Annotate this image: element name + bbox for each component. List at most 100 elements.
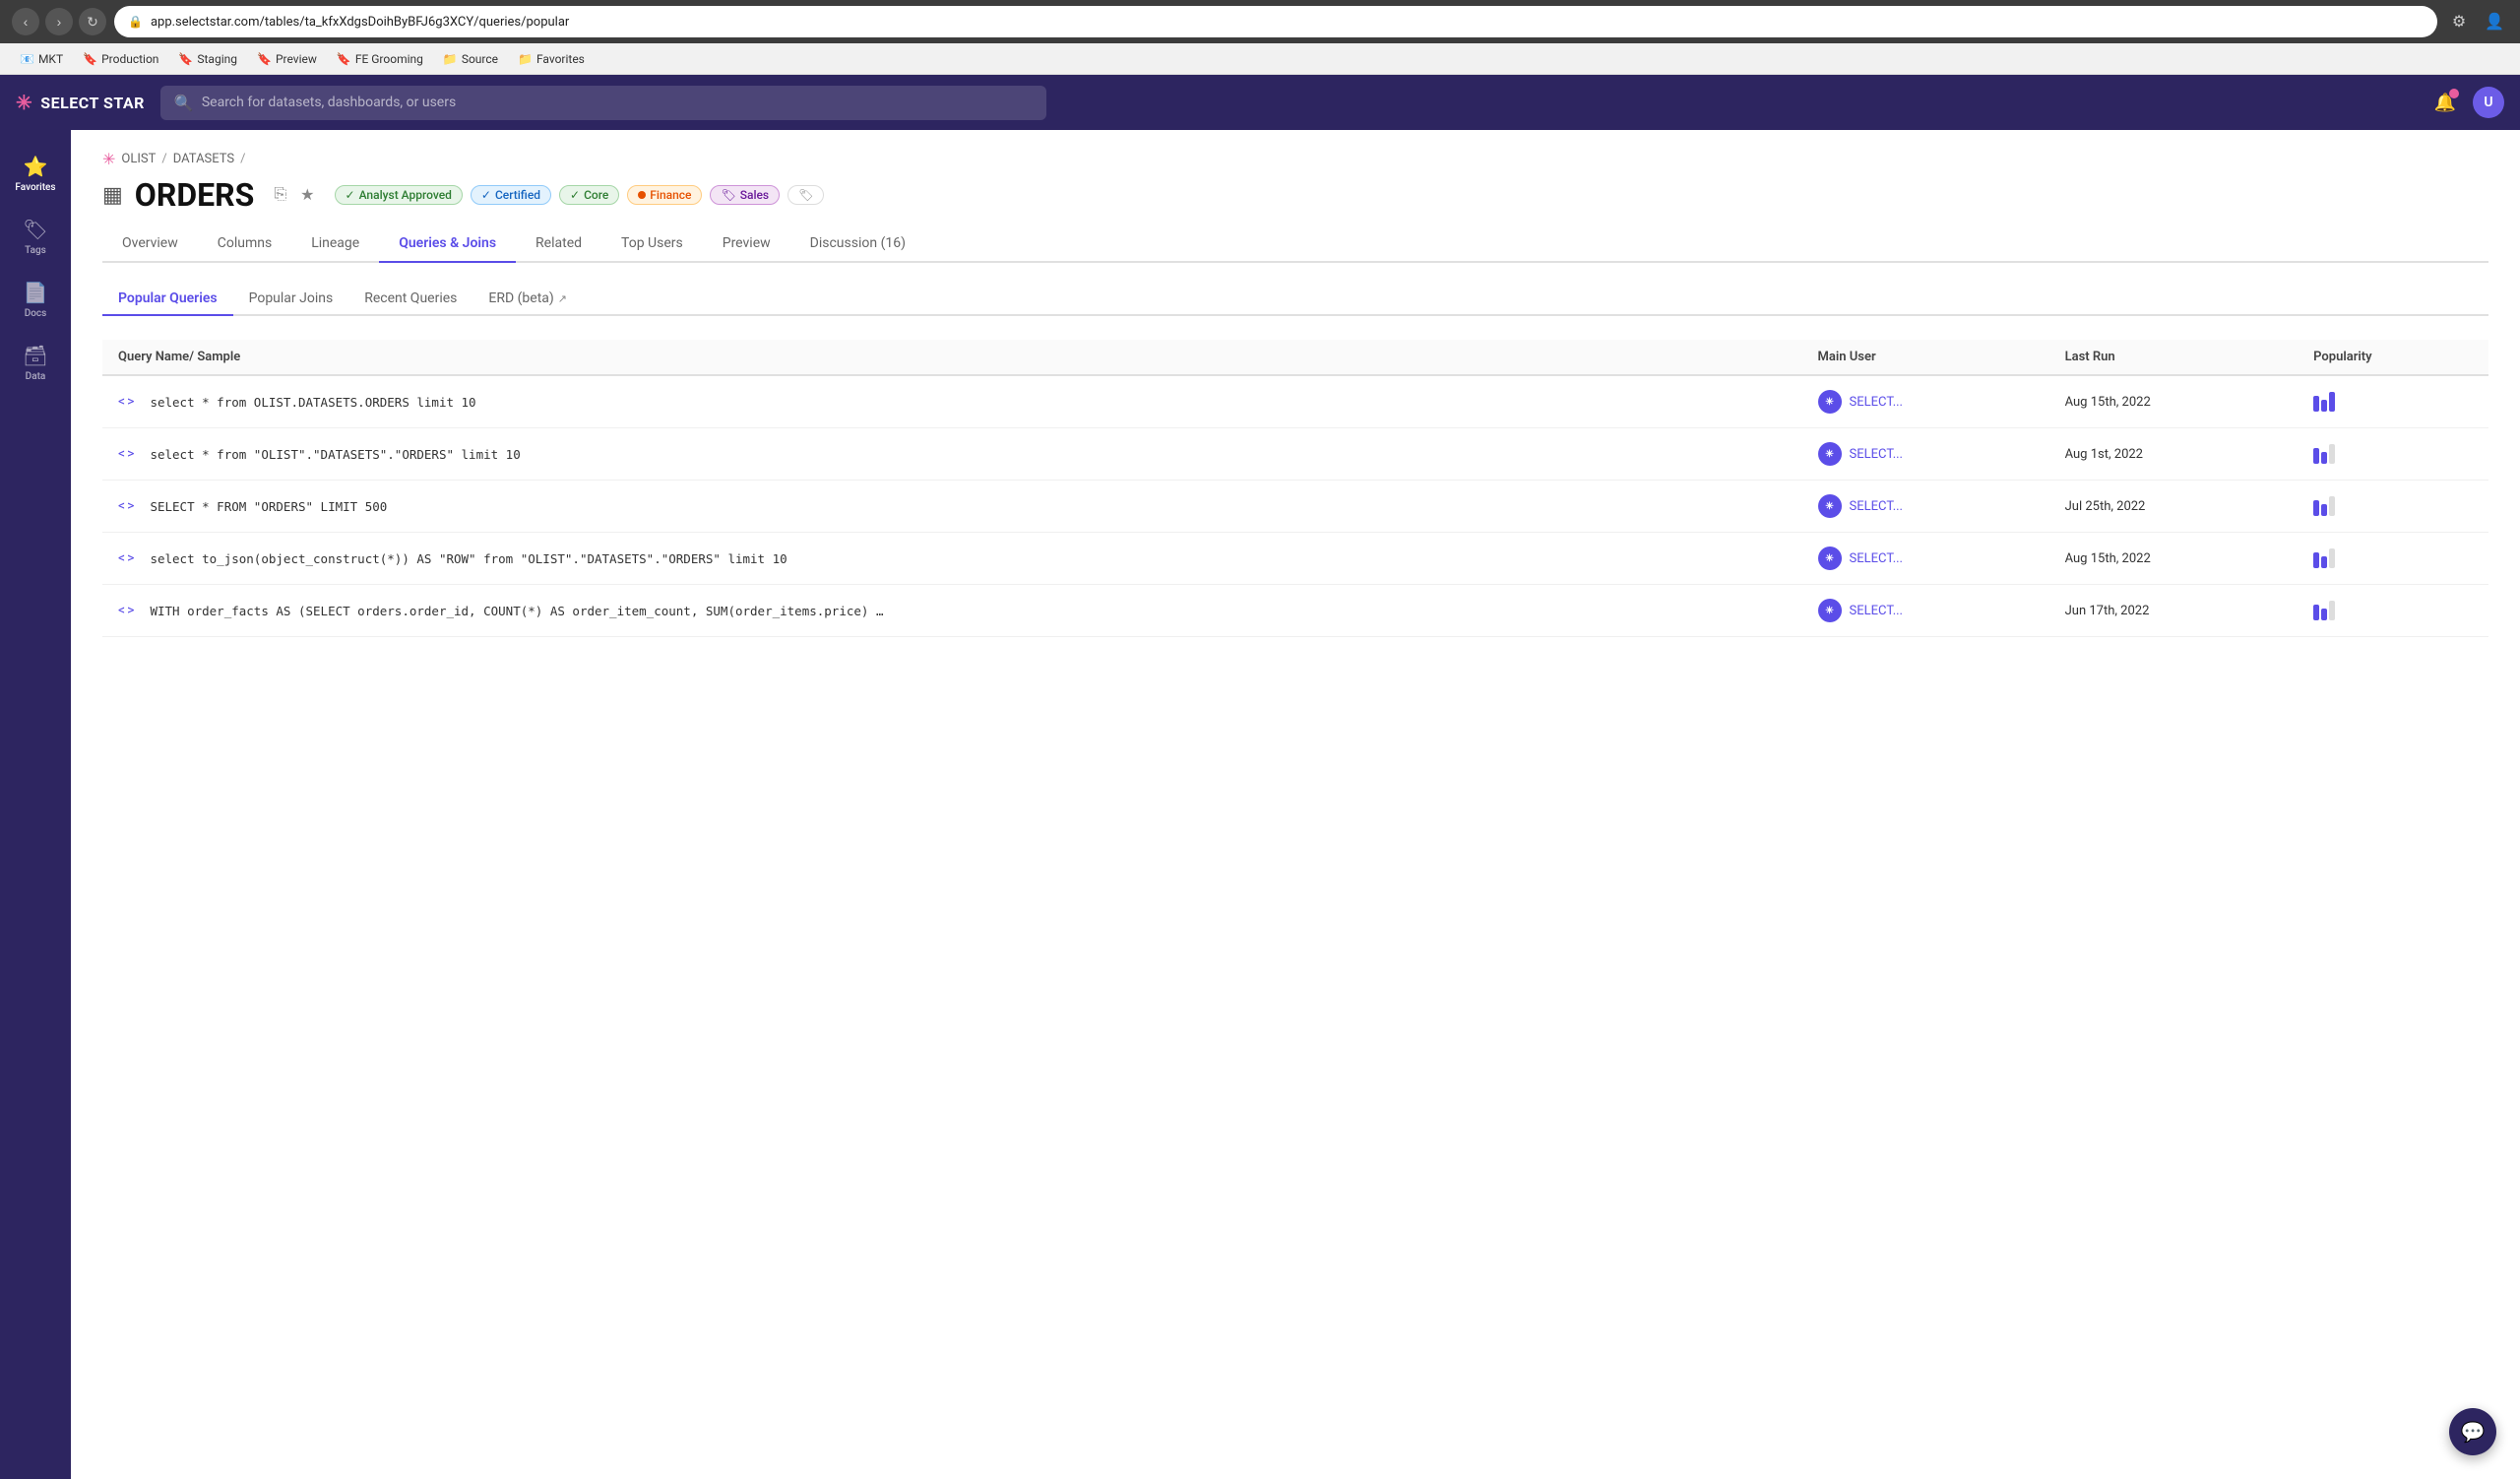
popularity-bars-1	[2313, 444, 2473, 464]
core-badge[interactable]: ✓ Core	[559, 185, 619, 205]
sidebar-item-tags[interactable]: 🏷 Tags	[8, 209, 63, 264]
popularity-bars-4	[2313, 601, 2473, 620]
tab-overview[interactable]: Overview	[102, 225, 198, 263]
subtab-recent-queries[interactable]: Recent Queries	[348, 283, 472, 316]
sales-badge[interactable]: 🏷 Sales	[710, 185, 780, 205]
popularity-bars-2	[2313, 496, 2473, 516]
tab-lineage[interactable]: Lineage	[291, 225, 379, 263]
finance-badge[interactable]: Finance	[627, 185, 702, 205]
data-icon: 🗃	[23, 344, 47, 367]
logo-text: SELECT STAR	[40, 94, 145, 112]
user-name-4[interactable]: SELECT...	[1850, 604, 1903, 618]
tab-top-users[interactable]: Top Users	[601, 225, 703, 263]
folder-icon: 📁	[443, 52, 458, 66]
notification-bell-button[interactable]: 🔔	[2429, 87, 2461, 118]
tab-related[interactable]: Related	[516, 225, 601, 263]
pop-bar-2	[2329, 601, 2335, 620]
subtab-erd[interactable]: ERD (beta) ↗	[472, 283, 583, 316]
star-button[interactable]: ★	[296, 183, 318, 207]
query-expand-button-4[interactable]: <>	[118, 603, 134, 618]
bookmark-icon: 🔖	[83, 52, 97, 66]
tab-discussion[interactable]: Discussion (16)	[790, 225, 925, 263]
extensions-button[interactable]: ⚙	[2445, 8, 2473, 35]
main-content: ✳ OLIST / DATASETS / ▦ ORDERS ⎘ ★ ✓ Anal…	[71, 130, 2520, 1479]
pop-bar-0	[2313, 500, 2319, 516]
query-text-2: SELECT * FROM "ORDERS" LIMIT 500	[150, 499, 387, 514]
bookmark-preview[interactable]: 🔖 Preview	[249, 50, 325, 68]
sidebar-item-favorites[interactable]: ⭐ Favorites	[8, 146, 63, 201]
query-expand-button-1[interactable]: <>	[118, 446, 134, 462]
page-title-row: ▦ ORDERS ⎘ ★ ✓ Analyst Approved ✓ Certif…	[102, 176, 2488, 214]
notification-badge	[2449, 89, 2459, 98]
subtab-popular-queries[interactable]: Popular Queries	[102, 283, 233, 316]
tab-preview[interactable]: Preview	[703, 225, 790, 263]
forward-button[interactable]: ›	[45, 8, 73, 35]
user-name-2[interactable]: SELECT...	[1850, 499, 1903, 514]
popularity-bars-0	[2313, 392, 2473, 412]
pop-bar-0	[2313, 552, 2319, 568]
search-bar[interactable]: 🔍 Search for datasets, dashboards, or us…	[160, 86, 1046, 120]
sidebar-item-docs[interactable]: 📄 Docs	[8, 272, 63, 327]
query-cell-2: <> SELECT * FROM "ORDERS" LIMIT 500	[102, 481, 1802, 533]
bookmark-production[interactable]: 🔖 Production	[75, 50, 166, 68]
sidebar-item-data[interactable]: 🗃 Data	[8, 335, 63, 390]
core-checkmark-icon: ✓	[570, 188, 580, 202]
reload-button[interactable]: ↻	[79, 8, 106, 35]
query-expand-button-3[interactable]: <>	[118, 550, 134, 566]
query-expand-button-0[interactable]: <>	[118, 394, 134, 410]
query-cell-1: <>select * from "OLIST"."DATASETS"."ORDE…	[102, 428, 1802, 481]
table-row: <>select * from OLIST.DATASETS.ORDERS li…	[102, 375, 2488, 428]
subtab-popular-joins[interactable]: Popular Joins	[233, 283, 349, 316]
bookmark-icon: 🔖	[178, 52, 193, 66]
dot-finance-icon	[638, 191, 646, 199]
tab-columns[interactable]: Columns	[198, 225, 291, 263]
table-header: Query Name/ Sample Main User Last Run Po…	[102, 340, 2488, 375]
copy-button[interactable]: ⎘	[270, 184, 290, 206]
breadcrumb-sep-1: /	[161, 152, 166, 166]
user-avatar[interactable]: U	[2473, 87, 2504, 118]
app-logo[interactable]: ✳ SELECT STAR	[16, 91, 145, 114]
bookmark-staging[interactable]: 🔖 Staging	[170, 50, 245, 68]
last-run-cell-4: Jun 17th, 2022	[2049, 585, 2299, 637]
breadcrumb-datasets[interactable]: DATASETS	[173, 152, 234, 166]
user-name-3[interactable]: SELECT...	[1850, 551, 1903, 566]
query-text-3: select to_json(object_construct(*)) AS "…	[150, 551, 787, 566]
pop-bar-0	[2313, 605, 2319, 620]
certified-badge[interactable]: ✓ Certified	[471, 185, 551, 205]
breadcrumb-sep-2: /	[240, 152, 245, 166]
chat-button[interactable]: 💬	[2449, 1408, 2496, 1455]
query-cell-content-2: <> SELECT * FROM "ORDERS" LIMIT 500	[118, 498, 1787, 514]
query-cell-content-1: <>select * from "OLIST"."DATASETS"."ORDE…	[118, 446, 1787, 462]
pop-bar-0	[2313, 448, 2319, 464]
bookmark-gmail[interactable]: 📧 MKT	[12, 50, 71, 68]
tab-queries-joins[interactable]: Queries & Joins	[379, 225, 516, 263]
col-main-user: Main User	[1802, 340, 2049, 375]
user-cell-0: ✳SELECT...	[1802, 375, 2049, 428]
breadcrumb-olist[interactable]: OLIST	[121, 152, 156, 166]
query-cell-content-4: <>WITH order_facts AS (SELECT orders.ord…	[118, 603, 1787, 618]
user-name-0[interactable]: SELECT...	[1850, 395, 1903, 410]
pop-bar-1	[2321, 556, 2327, 568]
back-button[interactable]: ‹	[12, 8, 39, 35]
bookmark-fe-grooming[interactable]: 🔖 FE Grooming	[329, 50, 431, 68]
header-right: 🔔 U	[2429, 87, 2504, 118]
sidebar-favorites-label: Favorites	[15, 182, 55, 193]
bookmark-source[interactable]: 📁 Source	[435, 50, 506, 68]
profile-button[interactable]: 👤	[2481, 8, 2508, 35]
folder-icon: 📁	[518, 52, 533, 66]
analyst-approved-badge[interactable]: ✓ Analyst Approved	[335, 185, 463, 205]
query-cell-0: <>select * from OLIST.DATASETS.ORDERS li…	[102, 375, 1802, 428]
popularity-cell-4	[2298, 585, 2488, 637]
tag-sales-icon: 🏷	[721, 188, 735, 202]
add-tag-badge[interactable]: 🏷	[788, 185, 824, 205]
lock-icon: 🔒	[128, 15, 143, 29]
bookmark-favorites[interactable]: 📁 Favorites	[510, 50, 593, 68]
user-name-1[interactable]: SELECT...	[1850, 447, 1903, 462]
pop-bar-1	[2321, 504, 2327, 516]
popularity-cell-1	[2298, 428, 2488, 481]
sub-tabs: Popular Queries Popular Joins Recent Que…	[102, 283, 2488, 316]
col-last-run: Last Run	[2049, 340, 2299, 375]
address-bar[interactable]: 🔒 app.selectstar.com/tables/ta_kfxXdgsDo…	[114, 6, 2437, 37]
query-expand-button-2[interactable]: <>	[118, 498, 134, 514]
pop-bar-2	[2329, 496, 2335, 516]
